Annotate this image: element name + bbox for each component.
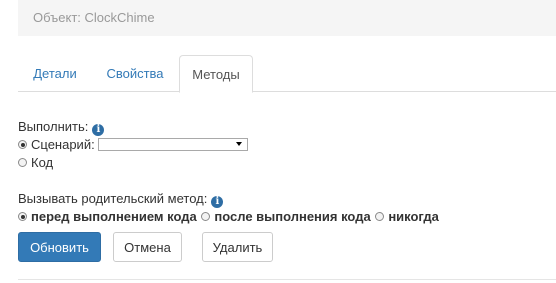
parent-method-options: перед выполнением кода после выполнения … [18, 209, 439, 224]
execute-option-script: Сценарий: [18, 137, 248, 152]
parent-method-label-row: Вызывать родительский метод: i [18, 191, 224, 208]
radio-before[interactable] [18, 212, 27, 221]
radio-never[interactable] [375, 212, 385, 221]
update-button[interactable]: Обновить [18, 232, 101, 262]
radio-after[interactable] [201, 212, 211, 221]
parent-method-label: Вызывать родительский метод: [18, 191, 208, 206]
tab-methods[interactable]: Методы [179, 55, 253, 93]
tab-properties[interactable]: Свойства [92, 55, 178, 92]
radio-code-label: Код [31, 155, 54, 170]
tab-details[interactable]: Детали [18, 55, 92, 92]
info-icon[interactable]: i [92, 124, 105, 136]
script-select[interactable] [97, 138, 248, 151]
radio-code[interactable] [18, 158, 27, 167]
object-title-bar: Объект: ClockChime [18, 0, 556, 36]
delete-button[interactable]: Удалить [202, 232, 273, 262]
chevron-down-icon [235, 142, 242, 146]
radio-after-label: после выполнения кода [214, 209, 371, 224]
tab-bar: Детали Свойства Методы [18, 55, 556, 93]
radio-before-label: перед выполнением кода [31, 209, 197, 224]
radio-never-label: никогда [388, 209, 439, 224]
divider [18, 279, 556, 280]
cancel-button[interactable]: Отмена [113, 232, 182, 262]
radio-script[interactable] [18, 140, 27, 149]
execute-option-code: Код [18, 155, 53, 170]
execute-label-row: Выполнить: i [18, 119, 105, 136]
object-title: Объект: ClockChime [33, 10, 155, 25]
info-icon[interactable]: i [211, 196, 224, 208]
execute-label: Выполнить: [18, 119, 89, 134]
radio-script-label: Сценарий: [31, 137, 95, 152]
